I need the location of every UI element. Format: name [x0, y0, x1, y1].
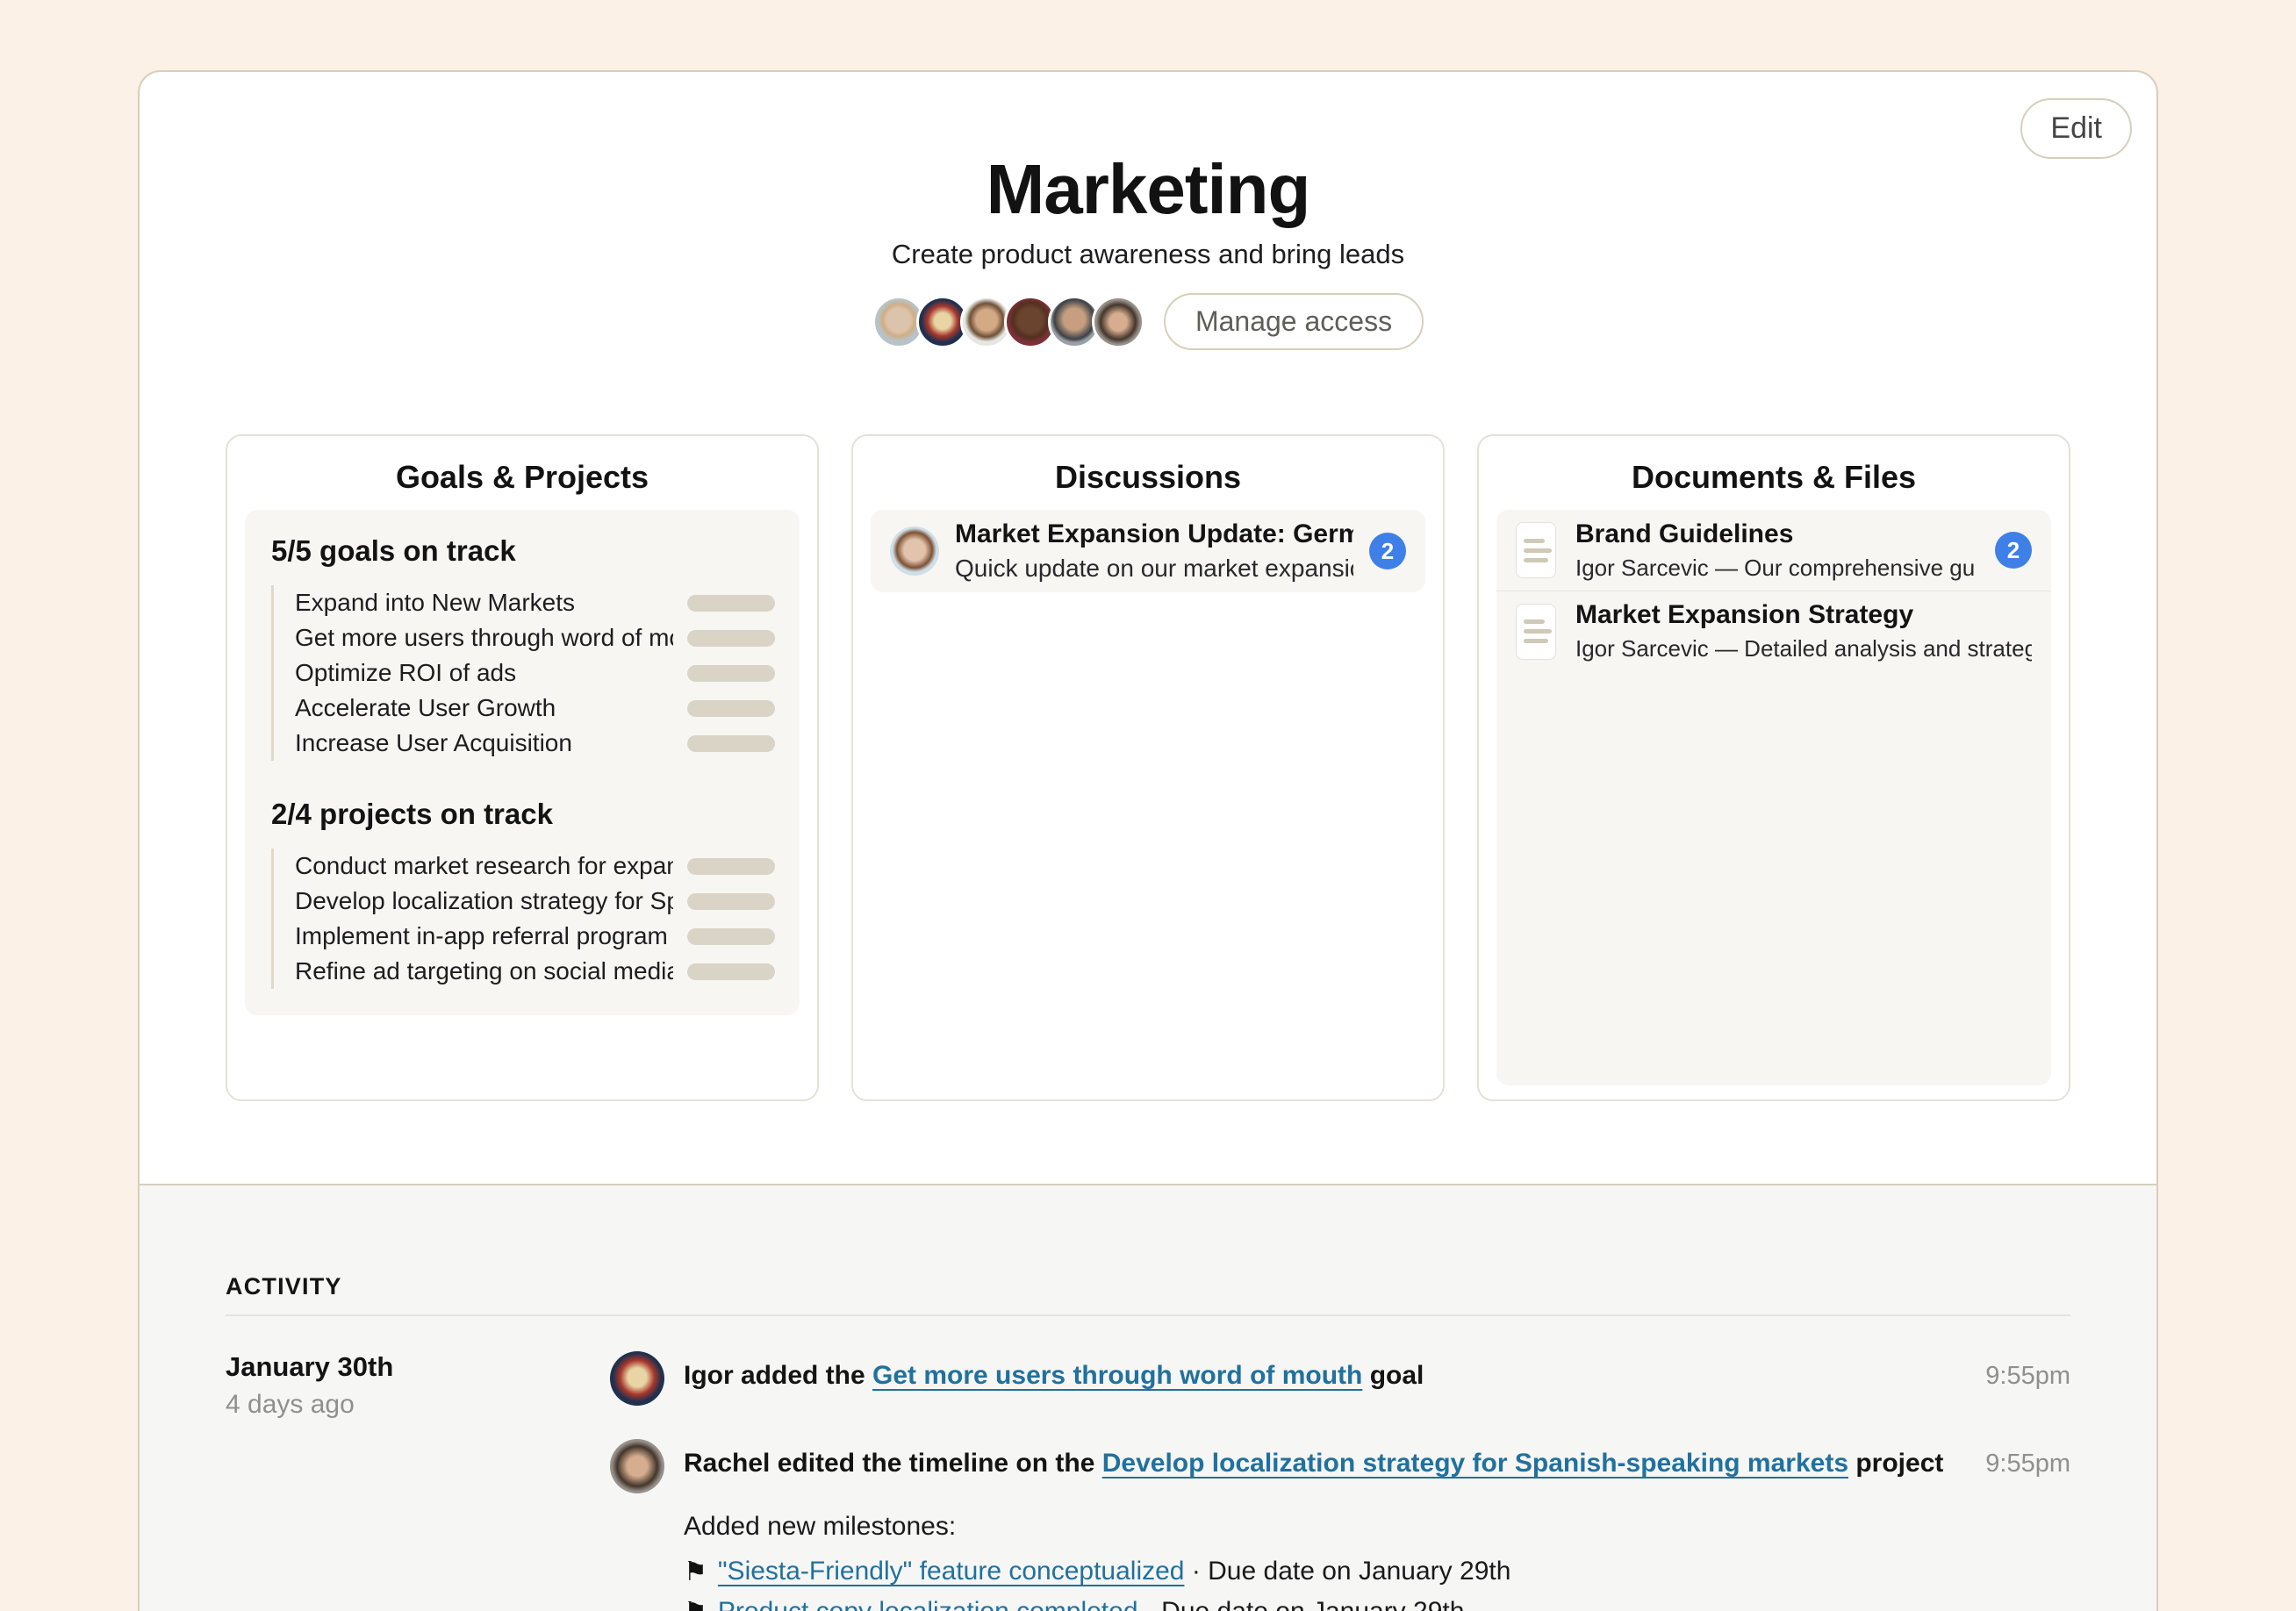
project-header: Edit Marketing Create product awareness …	[140, 72, 2156, 1184]
project-progress-bar	[687, 928, 775, 945]
project-page: Edit Marketing Create product awareness …	[0, 0, 2296, 1611]
activity-event-time: 9:55pm	[1985, 1439, 2070, 1493]
goal-progress-bar	[687, 595, 775, 612]
goal-label: Accelerate User Growth	[295, 694, 673, 722]
goal-progress-bar	[687, 735, 775, 752]
activity-event: Rachel edited the timeline on the Develo…	[610, 1439, 2070, 1611]
discussion-text: Market Expansion Update: Germany & ... Q…	[955, 519, 1353, 583]
edit-button[interactable]: Edit	[2020, 98, 2132, 159]
document-text: Market Expansion Strategy Igor Sarcevic …	[1575, 600, 2032, 662]
document-title: Market Expansion Strategy	[1575, 600, 2032, 630]
milestones-intro: Added new milestones:	[684, 1507, 1966, 1546]
milestones-list: ⚑ "Siesta-Friendly" feature conceptualize…	[684, 1551, 1966, 1611]
goal-row: Accelerate User Growth	[295, 691, 775, 726]
goal-row: Optimize ROI of ads	[295, 655, 775, 691]
members-row: Manage access	[226, 293, 2070, 350]
activity-date-column: January 30th 4 days ago	[226, 1351, 610, 1611]
avatar	[610, 1351, 664, 1406]
milestone-link[interactable]: "Siesta-Friendly" feature conceptualized	[718, 1557, 1185, 1586]
milestone-row: ⚑Product copy localization completed · D…	[684, 1592, 1966, 1611]
goal-progress-bar	[687, 700, 775, 717]
goal-link[interactable]: Get more users through word of mouth	[872, 1361, 1362, 1390]
project-label: Conduct market research for expansi...	[295, 852, 673, 880]
activity-event-body: Added new milestones: ⚑ "Siesta-Friendly"…	[684, 1493, 1966, 1611]
unread-count-badge: 2	[1369, 533, 1406, 569]
project-row: Refine ad targeting on social media pl..…	[295, 954, 775, 989]
document-text: Brand Guidelines Igor Sarcevic — Our com…	[1575, 519, 1976, 582]
tool-cards-row: Goals & Projects 5/5 goals on track Expa…	[226, 434, 2070, 1101]
unread-count-badge: 2	[1995, 532, 2032, 569]
activity-event-text: Rachel edited the timeline on the Develo…	[684, 1439, 1966, 1493]
goals-list: Expand into New Markets Get more users t…	[271, 585, 775, 761]
document-byline: Igor Sarcevic — Detailed analysis and st…	[1575, 635, 2032, 662]
avatar	[890, 526, 939, 576]
goal-progress-bar	[687, 630, 775, 647]
project-link[interactable]: Develop localization strategy for Spanis…	[1102, 1449, 1848, 1478]
avatar	[1092, 296, 1144, 348]
projects-list: Conduct market research for expansi... D…	[271, 848, 775, 989]
project-card: Edit Marketing Create product awareness …	[138, 70, 2158, 1611]
document-byline: Igor Sarcevic — Our comprehensive guide …	[1575, 555, 1976, 582]
goal-row: Expand into New Markets	[295, 585, 775, 620]
manage-access-button[interactable]: Manage access	[1164, 293, 1424, 350]
project-row: Conduct market research for expansi...	[295, 848, 775, 884]
goal-label: Expand into New Markets	[295, 589, 673, 617]
discussions-card: Discussions Market Expansion Update: Ger…	[851, 434, 1445, 1101]
page-title: Marketing	[226, 149, 2070, 230]
goals-projects-card-title: Goals & Projects	[227, 459, 817, 496]
discussion-item[interactable]: Market Expansion Update: Germany & ... Q…	[871, 510, 1425, 592]
goals-panel: 5/5 goals on track Expand into New Marke…	[245, 510, 800, 1015]
project-progress-bar	[687, 858, 775, 875]
avatar	[610, 1439, 664, 1493]
project-label: Refine ad targeting on social media pl..…	[295, 957, 673, 985]
documents-card-title: Documents & Files	[1479, 459, 2069, 496]
flag-icon: ⚑	[684, 1593, 707, 1611]
document-item[interactable]: Market Expansion Strategy Igor Sarcevic …	[1496, 591, 2051, 671]
activity-events-column: Igor added the Get more users through wo…	[610, 1351, 2070, 1611]
documents-card: Documents & Files Brand Guidelines Igor …	[1477, 434, 2070, 1101]
activity-event-time: 9:55pm	[1985, 1351, 2070, 1406]
discussion-preview: Quick update on our market expansion ...	[955, 555, 1353, 583]
document-icon	[1516, 604, 1556, 660]
project-row: Implement in-app referral program wit...	[295, 919, 775, 954]
milestone-row: ⚑ "Siesta-Friendly" feature conceptualize…	[684, 1551, 1966, 1592]
goal-label: Optimize ROI of ads	[295, 659, 673, 687]
activity-date-group: January 30th 4 days ago Igor added the G…	[226, 1351, 2070, 1611]
activity-event-text: Igor added the Get more users through wo…	[684, 1351, 1966, 1406]
discussions-card-title: Discussions	[853, 459, 1443, 496]
project-row: Develop localization strategy for Span..…	[295, 884, 775, 919]
documents-panel: Brand Guidelines Igor Sarcevic — Our com…	[1496, 510, 2051, 1085]
activity-date: January 30th	[226, 1351, 610, 1383]
goal-progress-bar	[687, 665, 775, 682]
goal-row: Get more users through word of mouth	[295, 620, 775, 655]
milestone-link[interactable]: Product copy localization completed	[718, 1597, 1138, 1611]
activity-section: ACTIVITY January 30th 4 days ago Igor ad…	[140, 1184, 2156, 1611]
activity-divider	[226, 1314, 2070, 1316]
activity-date-relative: 4 days ago	[226, 1390, 610, 1420]
flag-icon: ⚑	[684, 1552, 707, 1593]
goals-projects-card: Goals & Projects 5/5 goals on track Expa…	[226, 434, 819, 1101]
page-subtitle: Create product awareness and bring leads	[226, 239, 2070, 270]
document-item[interactable]: Brand Guidelines Igor Sarcevic — Our com…	[1496, 510, 2051, 591]
discussion-title: Market Expansion Update: Germany & ...	[955, 519, 1353, 549]
goal-row: Increase User Acquisition	[295, 726, 775, 761]
projects-heading: 2/4 projects on track	[271, 798, 775, 831]
project-progress-bar	[687, 893, 775, 910]
goal-label: Get more users through word of mouth	[295, 624, 673, 652]
project-progress-bar	[687, 963, 775, 980]
goals-heading: 5/5 goals on track	[271, 534, 775, 568]
project-label: Implement in-app referral program wit...	[295, 922, 673, 950]
goal-label: Increase User Acquisition	[295, 729, 673, 757]
activity-heading: ACTIVITY	[226, 1273, 2070, 1300]
activity-event: Igor added the Get more users through wo…	[610, 1351, 2070, 1406]
project-label: Develop localization strategy for Span..…	[295, 887, 673, 915]
document-icon	[1516, 522, 1556, 578]
document-title: Brand Guidelines	[1575, 519, 1976, 549]
